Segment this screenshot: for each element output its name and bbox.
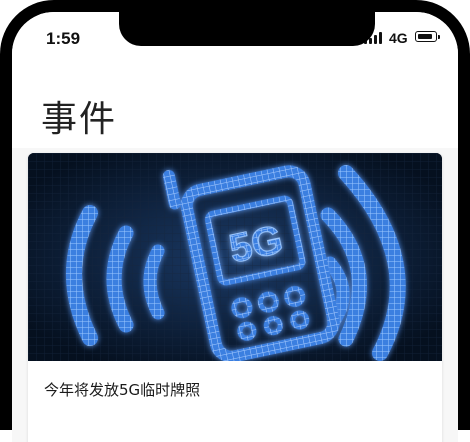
page-header: 事件 [12, 66, 458, 148]
article-title[interactable]: 今年将发放5G临时牌照 [44, 379, 200, 400]
notch [119, 12, 375, 46]
phone-frame: 1:59 4G 事件 5G 今年将发放5G临时牌照 [0, 0, 470, 442]
status-time: 1:59 [46, 29, 81, 48]
article-card[interactable]: 5G 今年将发放5G临时牌照 [28, 153, 442, 442]
article-image[interactable]: 5G [28, 153, 442, 361]
battery-icon [415, 31, 440, 42]
page-title: 事件 [41, 99, 118, 140]
screen: 1:59 4G 事件 5G 今年将发放5G临时牌照 [12, 12, 458, 442]
5g-phone-illustration: 5G [28, 153, 442, 361]
network-type: 4G [389, 30, 408, 46]
